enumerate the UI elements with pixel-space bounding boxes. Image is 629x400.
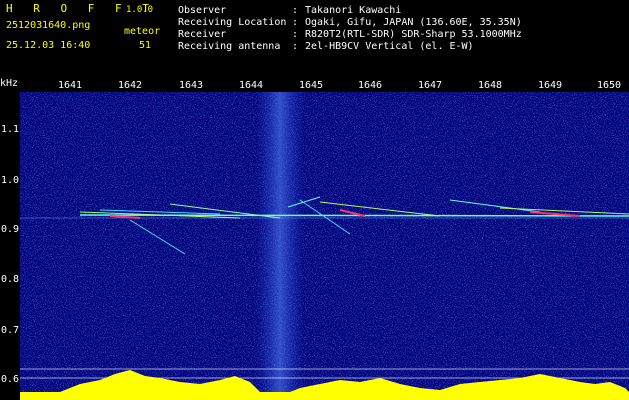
freq-tick-label: 0.8 xyxy=(1,274,20,285)
info-key-location: Receiving Location xyxy=(178,17,287,28)
freq-unit-label: kHz xyxy=(0,78,19,89)
info-sep-location: : xyxy=(292,17,299,28)
file-name: 2512031640.png xyxy=(6,20,91,31)
freq-tick-label: 1.1 xyxy=(1,124,20,135)
info-sep-antenna: : xyxy=(292,41,299,52)
app-version: 1.0.0 xyxy=(126,5,154,15)
time-tick-label: 1642 xyxy=(118,80,143,91)
spectrogram-noise xyxy=(20,92,629,400)
meteor-count: 51 xyxy=(139,40,152,51)
time-tick-label: 1645 xyxy=(299,80,324,91)
info-sep-receiver: : xyxy=(292,29,299,40)
info-value-antenna: 2el-HB9CV Vertical (el. E-W) xyxy=(305,41,474,52)
time-tick-label: 1647 xyxy=(418,80,443,91)
time-tick-label: 1641 xyxy=(58,80,83,91)
info-sep-observer: : xyxy=(292,5,299,16)
time-tick-label: 1650 xyxy=(597,80,622,91)
frequency-axis: 1.1 1.0 0.9 0.8 0.7 0.6 xyxy=(0,92,20,400)
info-value-receiver: R820T2(RTL-SDR) SDR-Sharp 53.1000MHz xyxy=(305,29,522,40)
header-panel: H R O F F T 1.0.0 2512031640.png meteor … xyxy=(0,0,629,76)
meteor-label: meteor xyxy=(124,26,161,37)
time-axis: kHz 1641 1642 1643 1644 1645 1646 1647 1… xyxy=(0,76,629,92)
info-key-observer: Observer xyxy=(178,5,227,16)
info-key-receiver: Receiver xyxy=(178,29,227,40)
time-tick-label: 1648 xyxy=(478,80,503,91)
noise-band xyxy=(256,92,304,400)
time-tick-label: 1644 xyxy=(239,80,264,91)
info-value-location: Ogaki, Gifu, JAPAN (136.60E, 35.35N) xyxy=(305,17,522,28)
freq-tick-label: 0.7 xyxy=(1,325,20,336)
spectrogram xyxy=(20,92,629,400)
spectrogram-canvas xyxy=(20,92,629,400)
time-tick-label: 1643 xyxy=(179,80,204,91)
time-tick-label: 1649 xyxy=(538,80,563,91)
info-value-observer: Takanori Kawachi xyxy=(305,5,402,16)
freq-tick-label: 1.0 xyxy=(1,175,20,186)
freq-tick-label: 0.9 xyxy=(1,224,20,235)
time-tick-label: 1646 xyxy=(358,80,383,91)
freq-tick-label: 0.6 xyxy=(1,374,20,385)
info-key-antenna: Receiving antenna xyxy=(178,41,281,52)
file-datetime: 25.12.03 16:40 xyxy=(6,40,91,51)
